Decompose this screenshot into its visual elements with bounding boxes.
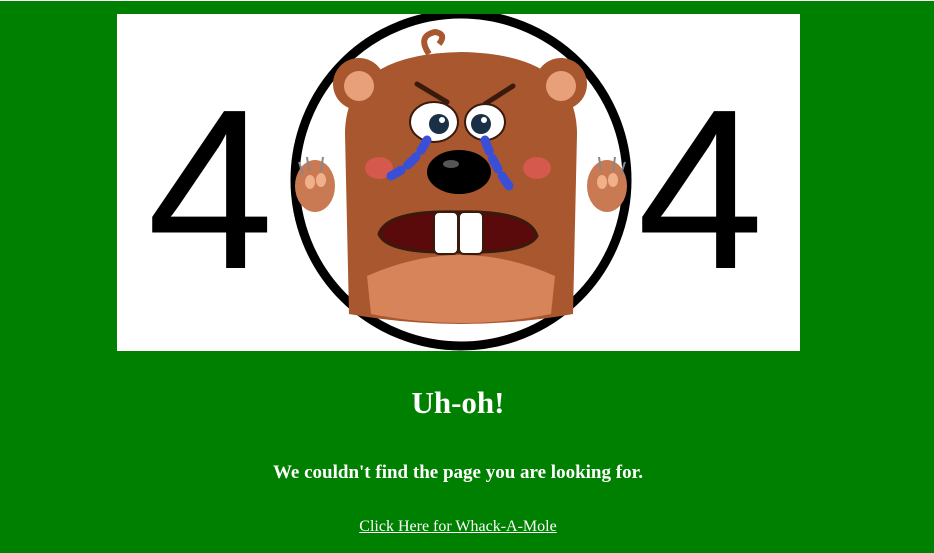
digit-four-left: 4 (147, 63, 274, 317)
crying-mole-icon (290, 14, 632, 351)
error-heading: Uh-oh! (411, 385, 505, 420)
error-page: 4 4 Uh-oh! We couldn't find the page you… (0, 0, 934, 553)
error-message: We couldn't find the page you are lookin… (272, 462, 644, 483)
digit-four-right: 4 (637, 63, 764, 317)
link-container: Click Here for Whack-A-Mole (0, 517, 916, 537)
top-border (0, 0, 934, 1)
error-404-image: 4 4 (117, 14, 800, 351)
whack-a-mole-link[interactable]: Click Here for Whack-A-Mole (359, 518, 556, 535)
